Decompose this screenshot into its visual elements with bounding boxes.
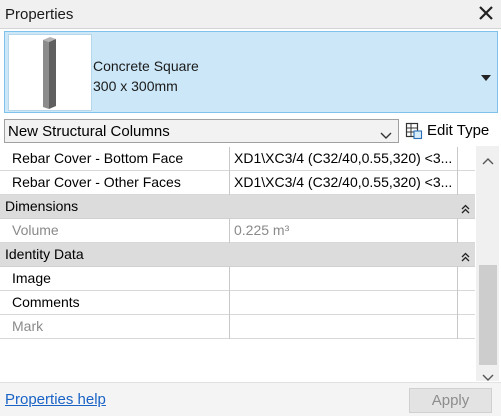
property-value[interactable] bbox=[232, 267, 458, 291]
property-name: Rebar Cover - Bottom Face bbox=[0, 147, 230, 171]
type-dropdown-icon[interactable] bbox=[481, 69, 491, 81]
category-filter-value: New Structural Columns bbox=[8, 123, 170, 140]
property-value[interactable] bbox=[232, 315, 458, 339]
grid-empty-area bbox=[0, 340, 475, 382]
close-icon[interactable] bbox=[477, 2, 495, 24]
property-grid: Rebar Cover - Bottom Face XD1\XC3/4 (C32… bbox=[0, 146, 475, 382]
group-label: Dimensions bbox=[5, 198, 79, 214]
property-name: Mark bbox=[0, 315, 230, 339]
property-value[interactable]: XD1\XC3/4 (C32/40,0.55,320) <3... bbox=[232, 147, 458, 171]
edit-type-icon bbox=[405, 122, 423, 140]
property-row-mark[interactable]: Mark bbox=[0, 315, 475, 339]
vertical-scrollbar[interactable] bbox=[476, 146, 499, 381]
collapse-icon[interactable] bbox=[461, 201, 470, 214]
scroll-down-icon[interactable] bbox=[482, 369, 494, 381]
property-row-comments[interactable]: Comments bbox=[0, 291, 475, 315]
group-header-dimensions[interactable]: Dimensions bbox=[0, 195, 475, 219]
chevron-down-icon[interactable] bbox=[380, 127, 392, 139]
property-row-rebar-bottom[interactable]: Rebar Cover - Bottom Face XD1\XC3/4 (C32… bbox=[0, 147, 475, 171]
edit-type-label: Edit Type bbox=[427, 122, 490, 139]
property-row-rebar-other[interactable]: Rebar Cover - Other Faces XD1\XC3/4 (C32… bbox=[0, 171, 475, 195]
palette-title: Properties bbox=[5, 6, 74, 23]
column-preview-icon bbox=[8, 34, 92, 111]
group-header-identity-data[interactable]: Identity Data bbox=[0, 243, 475, 267]
group-label: Identity Data bbox=[5, 246, 84, 262]
palette-titlebar: Properties bbox=[0, 0, 501, 29]
collapse-icon[interactable] bbox=[461, 249, 470, 262]
property-value: 0.225 m³ bbox=[232, 219, 458, 243]
property-row-image[interactable]: Image bbox=[0, 267, 475, 291]
type-family: Concrete Square bbox=[93, 58, 199, 74]
filter-bar: New Structural Columns Edit Type bbox=[0, 117, 501, 146]
property-value[interactable] bbox=[232, 291, 458, 315]
properties-help-link[interactable]: Properties help bbox=[5, 391, 106, 408]
type-size: 300 x 300mm bbox=[93, 78, 178, 94]
category-filter-select[interactable]: New Structural Columns bbox=[4, 119, 399, 143]
type-name: Concrete Square 300 x 300mm bbox=[93, 56, 199, 96]
property-name: Volume bbox=[0, 219, 230, 243]
type-selector[interactable]: Concrete Square 300 x 300mm bbox=[4, 31, 498, 113]
scroll-up-icon[interactable] bbox=[482, 152, 494, 165]
property-name: Comments bbox=[0, 291, 230, 315]
apply-button[interactable]: Apply bbox=[409, 388, 492, 413]
property-value[interactable]: XD1\XC3/4 (C32/40,0.55,320) <3... bbox=[232, 171, 458, 195]
property-row-volume: Volume 0.225 m³ bbox=[0, 219, 475, 243]
palette-footer: Properties help Apply bbox=[0, 382, 501, 416]
property-name: Rebar Cover - Other Faces bbox=[0, 171, 230, 195]
scrollbar-thumb[interactable] bbox=[479, 265, 497, 365]
property-name: Image bbox=[0, 267, 230, 291]
